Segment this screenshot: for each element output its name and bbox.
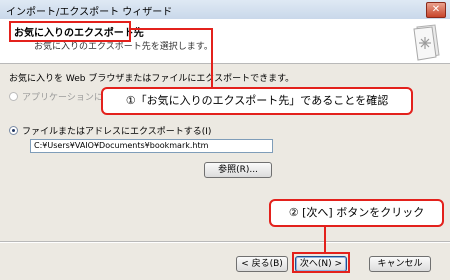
window-title: インポート/エクスポート ウィザード bbox=[6, 7, 173, 18]
export-to-app-radio[interactable] bbox=[9, 92, 18, 101]
callout-confirm-destination: ①「お気に入りのエクスポート先」であることを確認 bbox=[101, 87, 413, 115]
title-bar: インポート/エクスポート ウィザード ✕ bbox=[0, 0, 450, 20]
intro-text: お気に入りを Web ブラウザまたはファイルにエクスポートできます。 bbox=[9, 74, 295, 84]
callout-click-next: ② [次へ] ボタンをクリック bbox=[269, 199, 444, 227]
cancel-button[interactable]: キャンセル bbox=[369, 256, 431, 272]
next-button-highlight bbox=[292, 252, 350, 273]
back-button[interactable]: < 戻る(B) bbox=[236, 256, 288, 272]
export-to-file-option[interactable]: ファイルまたはアドレスにエクスポートする(I) bbox=[9, 124, 211, 137]
header-title-highlight bbox=[9, 21, 131, 42]
browse-button[interactable]: 参照(R)... bbox=[204, 162, 272, 178]
file-path-input[interactable]: C:¥Users¥VAIO¥Documents¥bookmark.htm bbox=[30, 139, 273, 153]
close-button[interactable]: ✕ bbox=[426, 2, 446, 18]
footer-separator bbox=[0, 241, 450, 243]
callout1-leader-h bbox=[131, 28, 213, 30]
document-star-icon bbox=[413, 24, 440, 61]
export-to-file-radio[interactable] bbox=[9, 126, 18, 135]
close-icon: ✕ bbox=[431, 4, 441, 15]
export-to-file-label: ファイルまたはアドレスにエクスポートする(I) bbox=[22, 127, 212, 137]
callout2-leader bbox=[324, 227, 326, 252]
callout1-leader-v bbox=[211, 28, 213, 87]
